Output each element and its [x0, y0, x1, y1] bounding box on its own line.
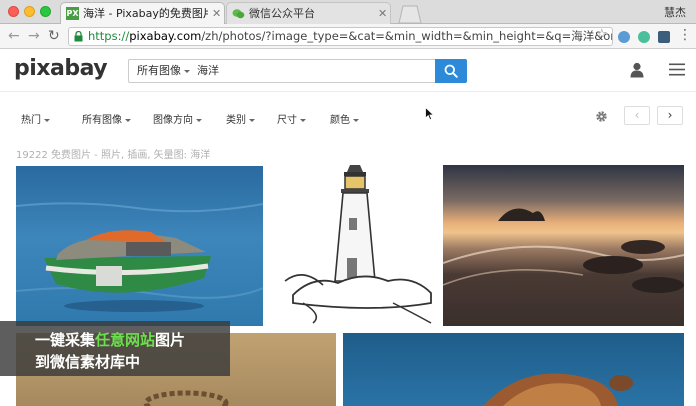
next-page-button[interactable]: ›: [657, 106, 683, 125]
tab-title: 微信公众平台: [249, 7, 315, 20]
pixabay-logo[interactable]: pixabay: [14, 56, 108, 81]
result-summary: 19222 免费图片 - 照片, 插画, 矢量图: 海洋: [16, 150, 211, 161]
profile-name[interactable]: 慧杰: [664, 4, 686, 20]
extension-icon[interactable]: [658, 31, 670, 43]
photo-sea-turtle[interactable]: [343, 333, 684, 406]
search-type-select[interactable]: 所有图像: [137, 60, 190, 82]
browser-toolbar: ← → ↻ https://pixabay.com/zh/photos/?ima…: [0, 24, 696, 49]
close-tab-icon[interactable]: ✕: [378, 3, 387, 24]
chevron-down-icon: [184, 69, 190, 73]
search-icon: [444, 64, 458, 78]
chevron-down-icon: [249, 118, 255, 122]
extension-icon[interactable]: [618, 31, 630, 43]
mouse-cursor-icon: [425, 107, 435, 121]
hamburger-menu-icon[interactable]: [669, 63, 685, 76]
promo-overlay: 一键采集任意网站图片 到微信素材库中: [0, 321, 230, 376]
vue-extension-icon[interactable]: [638, 31, 650, 43]
filter-size[interactable]: 尺寸: [277, 111, 306, 126]
browser-tab-strip: PX 海洋 - Pixabay的免费图片 ✕ 微信公众平台 ✕ 慧杰: [0, 0, 696, 24]
chevron-down-icon: [196, 118, 202, 122]
search-query: 海洋: [197, 64, 219, 77]
lighthouse-image: [284, 165, 432, 324]
search-button[interactable]: [435, 59, 467, 83]
filter-orientation[interactable]: 图像方向: [153, 111, 202, 126]
prev-page-button[interactable]: ‹: [624, 106, 650, 125]
url-scheme: https://: [88, 29, 130, 43]
beach-sunset-image: [443, 208, 684, 293]
filter-image-type[interactable]: 所有图像: [82, 111, 131, 126]
close-tab-icon[interactable]: ✕: [212, 3, 221, 24]
url-path: /zh/photos/?image_type=&cat=&min_width=&…: [201, 29, 612, 43]
chevron-down-icon: [44, 118, 50, 122]
tab-pixabay[interactable]: PX 海洋 - Pixabay的免费图片 ✕: [60, 2, 225, 24]
promo-line-1: 一键采集任意网站图片: [35, 331, 186, 349]
url-host: pixabay.com: [129, 29, 202, 43]
bookmark-star-icon[interactable]: ☆: [596, 27, 608, 42]
chevron-down-icon: [353, 118, 359, 122]
lock-icon: [74, 31, 83, 42]
filter-bar: 热门 所有图像 图像方向 类别 尺寸 颜色 ‹ ›: [0, 92, 696, 140]
site-header: pixabay 所有图像 海洋: [0, 50, 696, 92]
wechat-favicon-icon: [232, 9, 245, 19]
browser-menu-icon[interactable]: ⋮: [678, 27, 692, 43]
new-tab-button[interactable]: [396, 5, 422, 24]
minimize-window-button[interactable]: [24, 6, 35, 17]
boat-image: [16, 202, 263, 312]
back-arrow-icon[interactable]: ←: [8, 27, 20, 45]
chevron-down-icon: [125, 118, 131, 122]
address-bar[interactable]: https://pixabay.com/zh/photos/?image_typ…: [68, 27, 613, 46]
settings-gear-icon[interactable]: [595, 110, 608, 123]
search-input[interactable]: 所有图像 海洋: [128, 59, 436, 83]
photo-boat[interactable]: [16, 166, 263, 326]
filter-color[interactable]: 颜色: [330, 111, 359, 126]
reload-icon[interactable]: ↻: [48, 27, 60, 45]
promo-line-2: 到微信素材库中: [35, 353, 141, 371]
filter-category[interactable]: 类别: [226, 111, 255, 126]
user-icon[interactable]: [630, 62, 644, 78]
forward-arrow-icon[interactable]: →: [28, 27, 40, 45]
chevron-down-icon: [300, 118, 306, 122]
maximize-window-button[interactable]: [40, 6, 51, 17]
pixabay-favicon-icon: PX: [66, 7, 79, 20]
close-window-button[interactable]: [8, 6, 19, 17]
photo-beach-sunset[interactable]: [443, 165, 684, 326]
tab-title: 海洋 - Pixabay的免费图片: [83, 7, 208, 20]
photo-lighthouse[interactable]: [283, 163, 435, 328]
filter-popular[interactable]: 热门: [21, 111, 50, 126]
tab-wechat[interactable]: 微信公众平台 ✕: [226, 2, 391, 24]
sea-turtle-image: [483, 373, 633, 406]
